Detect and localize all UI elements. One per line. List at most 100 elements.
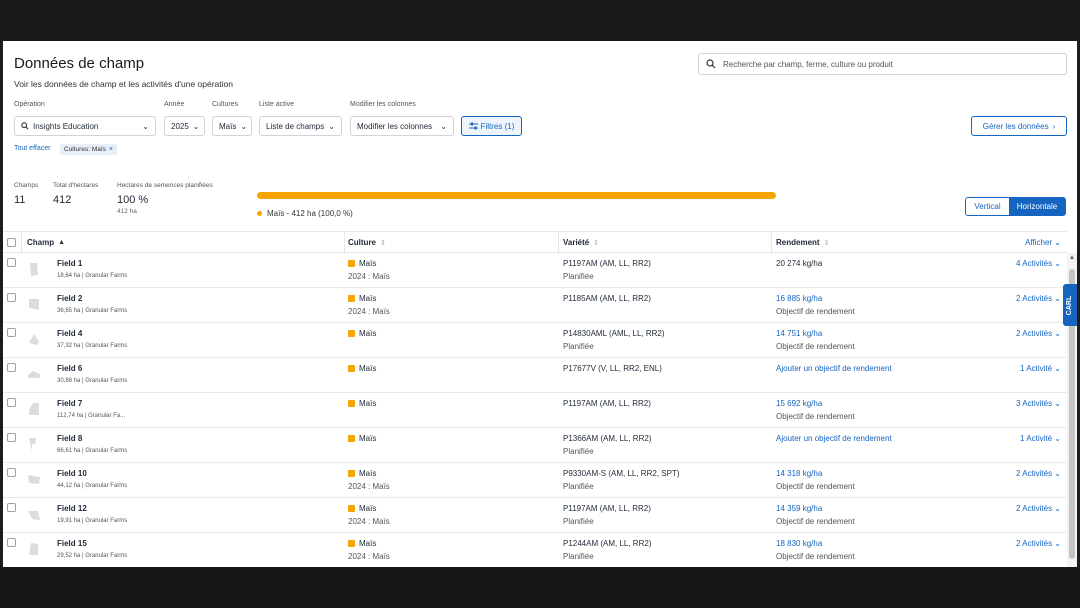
activities-dropdown[interactable]: 2 Activités ⌄ — [1016, 294, 1061, 303]
header-field[interactable]: Champ ▲ — [27, 238, 65, 247]
yield-goal-label: Objectif de rendement — [776, 517, 855, 526]
yield-value[interactable]: 14 318 kg/ha — [776, 469, 822, 478]
field-details: 29,52 ha | Granular Farms — [57, 553, 128, 559]
header-variety[interactable]: Variété ⇕ — [563, 238, 599, 247]
row-checkbox[interactable] — [7, 328, 16, 337]
crop-cell: Maïs — [348, 469, 376, 478]
manage-data-button[interactable]: Gérer les données › — [971, 116, 1067, 136]
scroll-up-arrow-icon[interactable]: ▲ — [1069, 255, 1075, 261]
field-details: 19,91 ha | Granular Farms — [57, 518, 128, 524]
planted-value: 100 % — [117, 194, 149, 206]
field-shape-thumbnail — [28, 371, 40, 378]
table-row[interactable]: Field 7 112,74 ha | Granular Fa... Maïs P11… — [3, 393, 1067, 428]
field-name[interactable]: Field 12 — [57, 504, 87, 513]
row-checkbox[interactable] — [7, 363, 16, 372]
table-row[interactable]: Field 4 37,32 ha | Granular Farms Maïs P148… — [3, 323, 1067, 358]
activities-label: 2 Activités — [1016, 504, 1053, 513]
table-row[interactable]: Field 1 18,64 ha | Granular Farms Maïs 2024… — [3, 253, 1067, 288]
row-checkbox[interactable] — [7, 293, 16, 302]
columns-value: Modifier les colonnes — [357, 121, 433, 131]
chip-label: Cultures: Maïs — [64, 146, 106, 153]
chevron-down-icon: ⌄ — [1054, 399, 1061, 408]
activities-dropdown[interactable]: 2 Activités ⌄ — [1016, 329, 1061, 338]
yield-value[interactable]: Ajouter un objectif de rendement — [776, 364, 892, 373]
field-name[interactable]: Field 8 — [57, 434, 82, 443]
row-checkbox[interactable] — [7, 538, 16, 547]
horizontal-view-button[interactable]: Horizontale — [1009, 198, 1065, 215]
variety-name: P1197AM (AM, LL, RR2) — [563, 399, 651, 408]
activities-dropdown[interactable]: 1 Activité ⌄ — [1020, 364, 1061, 373]
operation-select[interactable]: Insights Education ⌄ — [14, 116, 156, 136]
filters-button[interactable]: Filtres (1) — [461, 116, 522, 136]
field-details: 30,88 ha | Granular Farms — [57, 378, 128, 384]
table-row[interactable]: Field 15 29,52 ha | Granular Farms Maïs 202… — [3, 533, 1067, 567]
activities-dropdown[interactable]: 2 Activités ⌄ — [1016, 504, 1061, 513]
table-row[interactable]: Field 6 30,88 ha | Granular Farms Maïs P176… — [3, 358, 1067, 393]
yield-value[interactable]: 15 692 kg/ha — [776, 399, 822, 408]
field-details: 18,64 ha | Granular Farms — [57, 273, 128, 279]
variety-status: Planifiée — [563, 342, 594, 351]
field-name[interactable]: Field 4 — [57, 329, 82, 338]
yield-value[interactable]: 14 751 kg/ha — [776, 329, 822, 338]
yield-goal-label: Objectif de rendement — [776, 307, 855, 316]
activities-dropdown[interactable]: 4 Activités ⌄ — [1016, 259, 1061, 268]
crop-name: Maïs — [359, 329, 377, 338]
crop-color-swatch — [348, 330, 355, 337]
yield-value[interactable]: 18 830 kg/ha — [776, 539, 822, 548]
carl-assistant-tab[interactable]: CARL — [1063, 284, 1077, 326]
yield-goal-label: Objectif de rendement — [776, 552, 855, 561]
field-shape-thumbnail — [29, 438, 36, 451]
active-list-select[interactable]: Liste de champs ⌄ — [259, 116, 342, 136]
table-row[interactable]: Field 12 19,91 ha | Granular Farms Maïs 202… — [3, 498, 1067, 533]
field-name[interactable]: Field 15 — [57, 539, 87, 548]
yield-value[interactable]: 16 885 kg/ha — [776, 294, 822, 303]
field-name[interactable]: Field 6 — [57, 364, 82, 373]
crop-name: Maïs — [359, 539, 377, 548]
close-icon[interactable]: × — [109, 146, 113, 153]
crop-legend-text: Maïs - 412 ha (100,0 %) — [267, 209, 353, 218]
show-columns-link[interactable]: Afficher ⌄ — [1025, 238, 1061, 247]
field-name[interactable]: Field 7 — [57, 399, 82, 408]
row-checkbox[interactable] — [7, 468, 16, 477]
crop-cell: Maïs — [348, 539, 376, 548]
chevron-down-icon: ⌄ — [1054, 259, 1061, 268]
year-select[interactable]: 2025 ⌄ — [164, 116, 205, 136]
header-crop[interactable]: Culture ⇕ — [348, 238, 386, 247]
field-name[interactable]: Field 2 — [57, 294, 82, 303]
yield-value[interactable]: 14 359 kg/ha — [776, 504, 822, 513]
activities-dropdown[interactable]: 3 Activités ⌄ — [1016, 399, 1061, 408]
column-divider — [771, 232, 772, 254]
crop-cell: Maïs — [348, 364, 376, 373]
search-box[interactable] — [698, 53, 1067, 75]
crops-select[interactable]: Maïs ⌄ — [212, 116, 252, 136]
table-row[interactable]: Field 8 66,61 ha | Granular Farms Maïs P136… — [3, 428, 1067, 463]
clear-all-link[interactable]: Tout effacer — [14, 145, 50, 152]
row-checkbox[interactable] — [7, 398, 16, 407]
field-details: 112,74 ha | Granular Fa... — [57, 413, 126, 419]
activities-dropdown[interactable]: 2 Activités ⌄ — [1016, 539, 1061, 548]
field-shape-thumbnail — [29, 543, 38, 555]
chevron-down-icon: ⌄ — [142, 121, 149, 131]
activities-dropdown[interactable]: 1 Activité ⌄ — [1020, 434, 1061, 443]
field-name[interactable]: Field 10 — [57, 469, 87, 478]
row-checkbox[interactable] — [7, 433, 16, 442]
crop-distribution-bar — [257, 192, 776, 199]
activities-dropdown[interactable]: 2 Activités ⌄ — [1016, 469, 1061, 478]
columns-select[interactable]: Modifier les colonnes ⌄ — [350, 116, 454, 136]
yield-value[interactable]: Ajouter un objectif de rendement — [776, 434, 892, 443]
select-all-checkbox[interactable] — [7, 238, 16, 247]
search-input[interactable] — [723, 59, 1053, 69]
row-checkbox[interactable] — [7, 258, 16, 267]
chevron-down-icon: ⌄ — [192, 121, 200, 131]
field-name[interactable]: Field 1 — [57, 259, 82, 268]
active-filter-chip[interactable]: Cultures: Maïs × — [60, 144, 117, 155]
vertical-view-button[interactable]: Vertical — [966, 198, 1009, 215]
active-list-value: Liste de champs — [266, 121, 325, 131]
row-checkbox[interactable] — [7, 503, 16, 512]
field-shape-thumbnail — [28, 475, 40, 484]
previous-crop: 2024 : Maïs — [348, 552, 390, 561]
top-letterbox — [0, 0, 1080, 41]
table-row[interactable]: Field 2 36,65 ha | Granular Farms Maïs 2024… — [3, 288, 1067, 323]
table-row[interactable]: Field 10 44,12 ha | Granular Farms Maïs 202… — [3, 463, 1067, 498]
header-yield[interactable]: Rendement ⇕ — [776, 238, 829, 247]
